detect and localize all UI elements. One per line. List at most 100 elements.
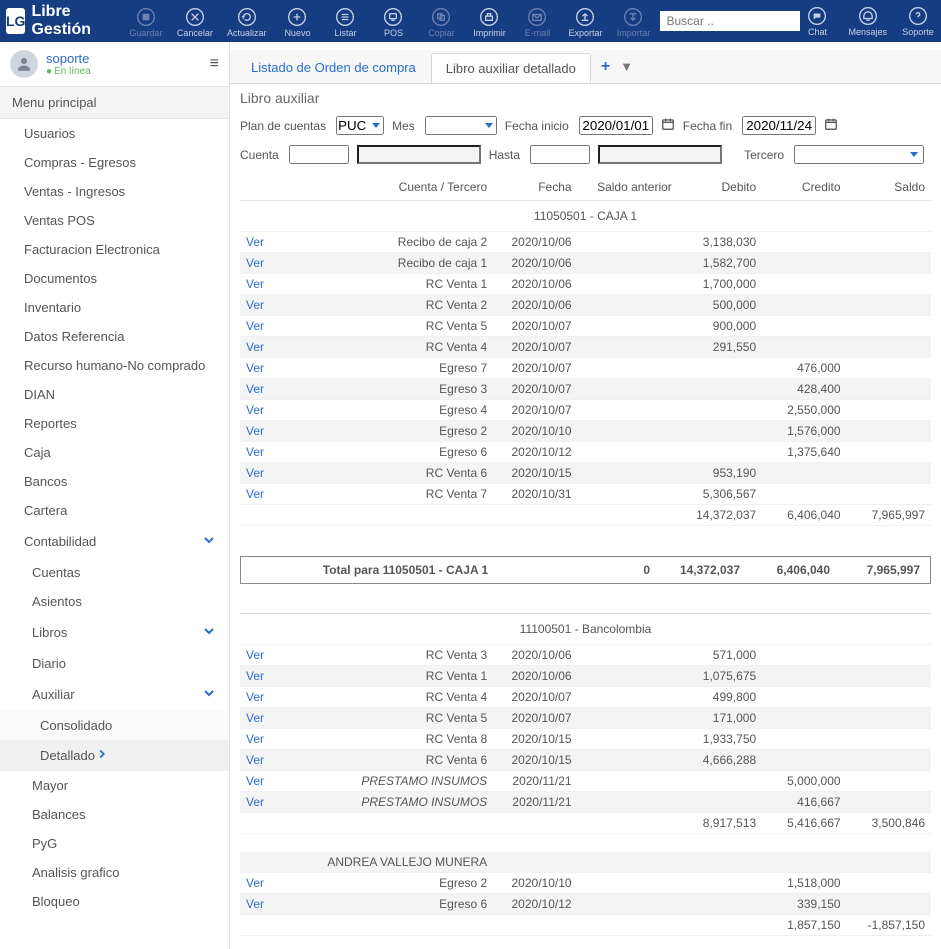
imprimir-button[interactable]: Imprimir	[472, 7, 506, 38]
cell-desc: RC Venta 6	[282, 463, 493, 484]
calendar-icon[interactable]	[824, 117, 838, 134]
fecha-inicio-input[interactable]	[579, 116, 653, 135]
menu-label: Datos Referencia	[24, 329, 124, 344]
cell-desc: Egreso 4	[282, 400, 493, 421]
menu-facturacion-electronica[interactable]: Facturacion Electronica	[0, 235, 229, 264]
table-row: VerEgreso 42020/10/072,550,000	[240, 400, 931, 421]
cell-credito	[762, 316, 846, 337]
exportar-button[interactable]: Exportar	[568, 7, 602, 38]
menu-ventas-pos[interactable]: Ventas POS	[0, 206, 229, 235]
cell-debito	[678, 379, 762, 400]
cell-fecha: 2020/10/06	[493, 232, 577, 253]
table-row: VerRecibo de caja 22020/10/063,138,030	[240, 232, 931, 253]
menu-asientos[interactable]: Asientos	[0, 587, 229, 616]
fecha-fin-input[interactable]	[742, 116, 816, 135]
cuenta-to-code[interactable]	[530, 145, 590, 164]
cell-fecha: 2020/10/31	[493, 484, 577, 505]
cancelar-button[interactable]: Cancelar	[177, 7, 213, 38]
ver-link[interactable]: Ver	[246, 466, 264, 480]
menu-label: Ventas POS	[24, 213, 95, 228]
cell-credito	[762, 337, 846, 358]
ver-link[interactable]: Ver	[246, 897, 264, 911]
menu-consolidado[interactable]: Consolidado	[0, 711, 229, 740]
ver-link[interactable]: Ver	[246, 711, 264, 725]
listar-button[interactable]: Listar	[328, 7, 362, 38]
ver-link[interactable]: Ver	[246, 648, 264, 662]
menu-pyg[interactable]: PyG	[0, 829, 229, 858]
cuenta-from-code[interactable]	[289, 145, 349, 164]
menu-analisis-grafico[interactable]: Analisis grafico	[0, 858, 229, 887]
menu-mayor[interactable]: Mayor	[0, 771, 229, 800]
sidebar-toggle-icon[interactable]: ≡	[210, 55, 219, 73]
table-row: VerRC Venta 12020/10/061,075,675	[240, 666, 931, 687]
ver-link[interactable]: Ver	[246, 424, 264, 438]
ver-link[interactable]: Ver	[246, 487, 264, 501]
app-logo: LG Libre Gestión	[6, 3, 105, 39]
tercero-select[interactable]	[794, 145, 924, 164]
calendar-icon[interactable]	[661, 117, 675, 134]
new-tab-button[interactable]: +	[591, 58, 620, 76]
ver-link[interactable]: Ver	[246, 753, 264, 767]
menu-contabilidad[interactable]: Contabilidad	[0, 525, 229, 558]
mensajes-button[interactable]: Mensajes	[848, 6, 887, 37]
menu-inventario[interactable]: Inventario	[0, 293, 229, 322]
menu-dian[interactable]: DIAN	[0, 380, 229, 409]
pos-button[interactable]: POS	[376, 7, 410, 38]
ver-link[interactable]: Ver	[246, 774, 264, 788]
search-input[interactable]	[660, 11, 800, 31]
menu-auxiliar[interactable]: Auxiliar	[0, 678, 229, 711]
menu-libros[interactable]: Libros	[0, 616, 229, 649]
menu-cuentas[interactable]: Cuentas	[0, 558, 229, 587]
menu-ventas-ingresos[interactable]: Ventas - Ingresos	[0, 177, 229, 206]
menu-usuarios[interactable]: Usuarios	[0, 119, 229, 148]
cell-fecha: 2020/10/06	[493, 666, 577, 687]
menu-reportes[interactable]: Reportes	[0, 409, 229, 438]
tab-menu-button[interactable]: ▼	[620, 59, 633, 74]
ver-link[interactable]: Ver	[246, 445, 264, 459]
menu-balances[interactable]: Balances	[0, 800, 229, 829]
cell-fecha: 2020/10/10	[493, 872, 577, 893]
ver-link[interactable]: Ver	[246, 690, 264, 704]
menu-diario[interactable]: Diario	[0, 649, 229, 678]
cell-desc: RC Venta 3	[282, 645, 493, 666]
chat-button[interactable]: Chat	[800, 6, 834, 37]
group-title: 11100501 - Bancolombia	[240, 614, 931, 645]
menu-caja[interactable]: Caja	[0, 438, 229, 467]
ver-link[interactable]: Ver	[246, 256, 264, 270]
ver-link[interactable]: Ver	[246, 403, 264, 417]
menu-title: Menu principal	[0, 86, 229, 119]
cuenta-to-name[interactable]	[598, 145, 722, 164]
menu-cartera[interactable]: Cartera	[0, 496, 229, 525]
soporte-button[interactable]: Soporte	[901, 6, 935, 37]
menu-documentos[interactable]: Documentos	[0, 264, 229, 293]
tab-listado-de-orden-de-compra[interactable]: Listado de Orden de compra	[236, 52, 431, 82]
menu-detallado[interactable]: Detallado	[0, 740, 229, 771]
menu-bloqueo[interactable]: Bloqueo	[0, 887, 229, 916]
tab-libro-auxiliar-detallado[interactable]: Libro auxiliar detallado	[431, 53, 591, 83]
ver-link[interactable]: Ver	[246, 235, 264, 249]
ver-link[interactable]: Ver	[246, 876, 264, 890]
ver-link[interactable]: Ver	[246, 795, 264, 809]
cuenta-from-name[interactable]	[357, 145, 481, 164]
menu-bancos[interactable]: Bancos	[0, 467, 229, 496]
ver-link[interactable]: Ver	[246, 361, 264, 375]
menu-datos-referencia[interactable]: Datos Referencia	[0, 322, 229, 351]
ver-link[interactable]: Ver	[246, 732, 264, 746]
menu-compras-egresos[interactable]: Compras - Egresos	[0, 148, 229, 177]
actualizar-button[interactable]: Actualizar	[227, 7, 267, 38]
ver-link[interactable]: Ver	[246, 298, 264, 312]
cell-fecha: 2020/10/12	[493, 442, 577, 463]
nuevo-button[interactable]: Nuevo	[280, 7, 314, 38]
left-sidebar: soporte En línea ≡ Menu principal Usuari…	[0, 42, 230, 949]
cell-credito	[762, 274, 846, 295]
col-fecha: Fecha	[493, 174, 577, 201]
ver-link[interactable]: Ver	[246, 340, 264, 354]
cell-debito	[678, 872, 762, 893]
table-row: VerPRESTAMO INSUMOS2020/11/215,000,000	[240, 771, 931, 792]
copiar-button: Copiar	[424, 7, 458, 38]
ver-link[interactable]: Ver	[246, 319, 264, 333]
ver-link[interactable]: Ver	[246, 382, 264, 396]
ver-link[interactable]: Ver	[246, 669, 264, 683]
menu-recurso-humano-no-comprado[interactable]: Recurso humano-No comprado	[0, 351, 229, 380]
ver-link[interactable]: Ver	[246, 277, 264, 291]
